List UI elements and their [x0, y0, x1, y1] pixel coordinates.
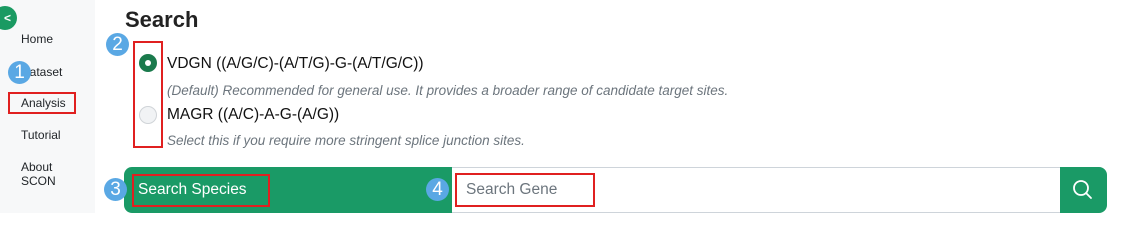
annotation-box-species — [132, 174, 270, 207]
annotation-badge-4: 4 — [426, 178, 449, 201]
sidebar-item-about[interactable]: About SCON — [21, 160, 81, 188]
option-label-vdgn[interactable]: VDGN ((A/G/C)-(A/T/G)-G-(A/T/G/C)) — [167, 55, 424, 73]
annotation-box-analysis — [8, 92, 76, 114]
sidebar-collapse-button[interactable]: < — [0, 6, 17, 30]
sidebar-item-home[interactable]: Home — [21, 32, 53, 46]
option-label-magr[interactable]: MAGR ((A/C)-A-G-(A/G)) — [167, 106, 339, 124]
option-description-magr: Select this if you require more stringen… — [167, 133, 525, 148]
search-icon — [1073, 180, 1092, 199]
option-description-vdgn: (Default) Recommended for general use. I… — [167, 83, 729, 98]
annotation-badge-3: 3 — [104, 178, 127, 201]
sidebar-item-tutorial[interactable]: Tutorial — [21, 128, 61, 142]
search-bar: Search Species Search Gene — [124, 167, 1107, 213]
annotation-badge-2: 2 — [106, 33, 129, 56]
annotation-badge-1: 1 — [8, 61, 31, 84]
annotation-box-gene — [455, 173, 595, 207]
search-button[interactable] — [1060, 167, 1107, 213]
annotation-box-radios — [133, 41, 163, 148]
page-title: Search — [125, 7, 199, 32]
